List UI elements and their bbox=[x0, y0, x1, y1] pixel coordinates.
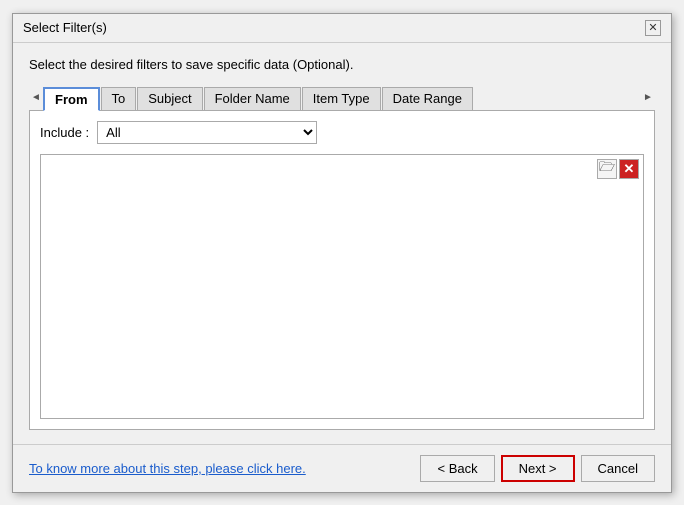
email-list-area: 🗁 ✕ bbox=[40, 154, 644, 419]
close-dialog-button[interactable]: ✕ bbox=[645, 20, 661, 36]
tab-item-type[interactable]: Item Type bbox=[302, 87, 381, 111]
tab-date-range[interactable]: Date Range bbox=[382, 87, 473, 111]
cancel-button[interactable]: Cancel bbox=[581, 455, 655, 482]
clear-icon: ✕ bbox=[624, 161, 635, 177]
dialog-title: Select Filter(s) bbox=[23, 20, 107, 35]
dialog-footer: To know more about this step, please cli… bbox=[13, 444, 671, 492]
help-link[interactable]: To know more about this step, please cli… bbox=[29, 461, 306, 476]
tab-to[interactable]: To bbox=[101, 87, 137, 111]
tabs-container: ◄ From To Subject Folder Name Item Type … bbox=[29, 86, 655, 110]
tab-from[interactable]: From bbox=[43, 87, 100, 111]
tab-folder-name[interactable]: Folder Name bbox=[204, 87, 301, 111]
tab-right-arrow[interactable]: ► bbox=[641, 87, 655, 109]
include-label: Include : bbox=[40, 125, 89, 140]
dialog-body: Select the desired filters to save speci… bbox=[13, 43, 671, 440]
folder-icon: 🗁 bbox=[599, 158, 615, 180]
title-bar: Select Filter(s) ✕ bbox=[13, 14, 671, 43]
open-folder-button[interactable]: 🗁 bbox=[597, 159, 617, 179]
back-button[interactable]: < Back bbox=[420, 455, 494, 482]
include-row: Include : All Specific bbox=[40, 121, 644, 144]
tab-left-arrow[interactable]: ◄ bbox=[29, 87, 43, 109]
email-list-toolbar: 🗁 ✕ bbox=[597, 159, 639, 179]
instruction-text: Select the desired filters to save speci… bbox=[29, 57, 655, 72]
tabs-wrapper: From To Subject Folder Name Item Type Da… bbox=[43, 86, 641, 110]
tab-content-area: Include : All Specific 🗁 ✕ bbox=[29, 110, 655, 430]
clear-list-button[interactable]: ✕ bbox=[619, 159, 639, 179]
next-button[interactable]: Next > bbox=[501, 455, 575, 482]
dialog: Select Filter(s) ✕ Select the desired fi… bbox=[12, 13, 672, 493]
include-select[interactable]: All Specific bbox=[97, 121, 317, 144]
tab-subject[interactable]: Subject bbox=[137, 87, 202, 111]
footer-buttons: < Back Next > Cancel bbox=[420, 455, 655, 482]
